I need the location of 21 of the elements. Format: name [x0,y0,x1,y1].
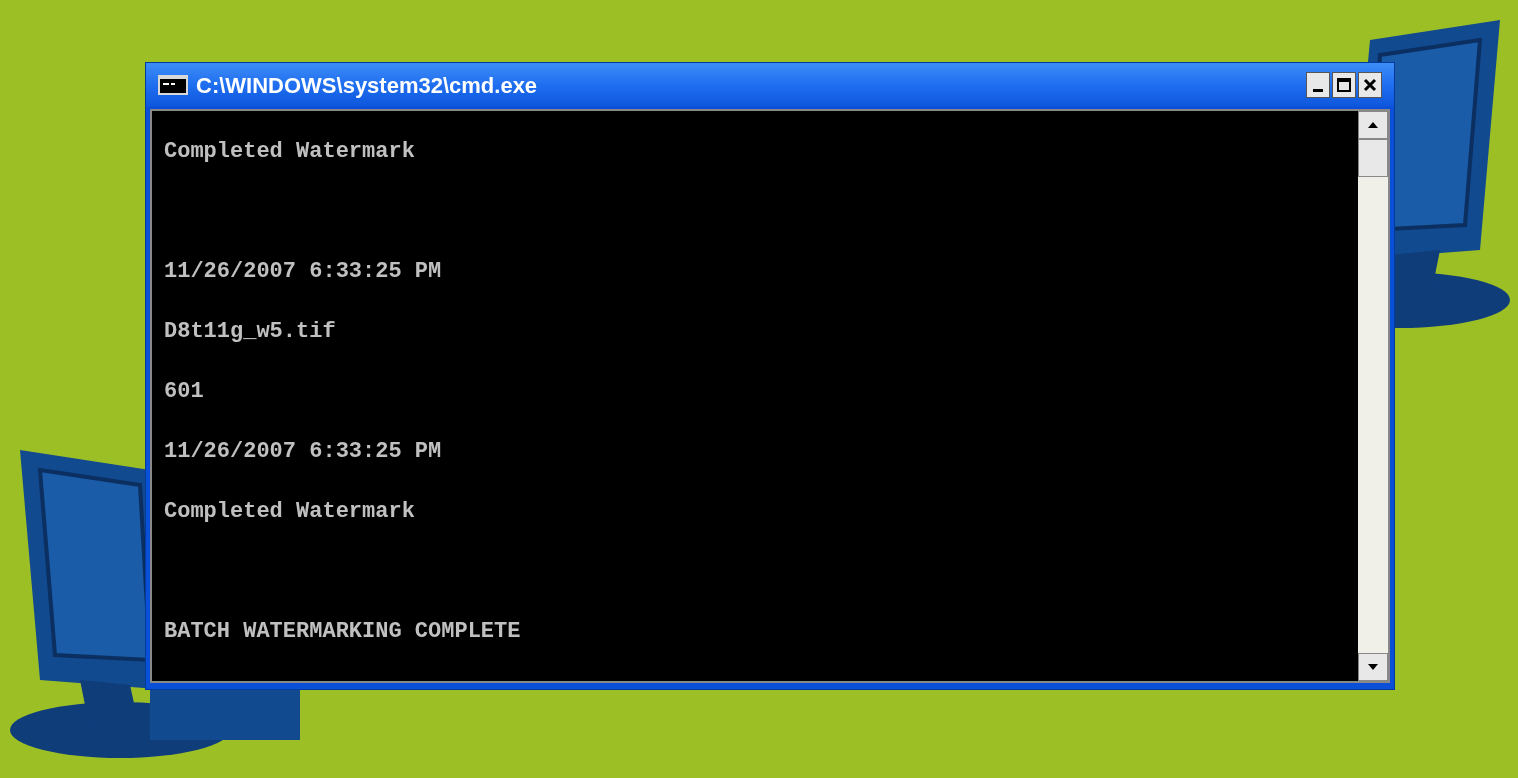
console-line: BATCH WATERMARKING COMPLETE [164,621,521,646]
console-line: D8t11g_w5.tif [164,321,336,346]
console-line: 11/26/2007 6:33:25 PM [164,441,442,466]
minimize-button[interactable] [1306,72,1330,98]
close-icon [1363,78,1377,92]
minimize-icon [1313,89,1323,92]
console-line: Completed Watermark [164,141,415,166]
console-line: 601 [164,381,204,406]
down-arrow-icon [1368,664,1378,670]
scrollbar[interactable] [1358,111,1388,681]
maximize-button[interactable] [1332,72,1356,98]
console-line: 11/26/2007 6:33:25 PM [164,261,442,286]
scroll-thumb[interactable] [1358,139,1388,177]
console-line: Completed Watermark [164,501,415,526]
console-icon [158,75,188,95]
close-button[interactable] [1358,72,1382,98]
maximize-icon [1337,78,1351,92]
window-title: C:\WINDOWS\system32\cmd.exe [196,71,539,100]
scroll-up-button[interactable] [1358,111,1388,139]
up-arrow-icon [1368,122,1378,128]
scroll-down-button[interactable] [1358,653,1388,681]
